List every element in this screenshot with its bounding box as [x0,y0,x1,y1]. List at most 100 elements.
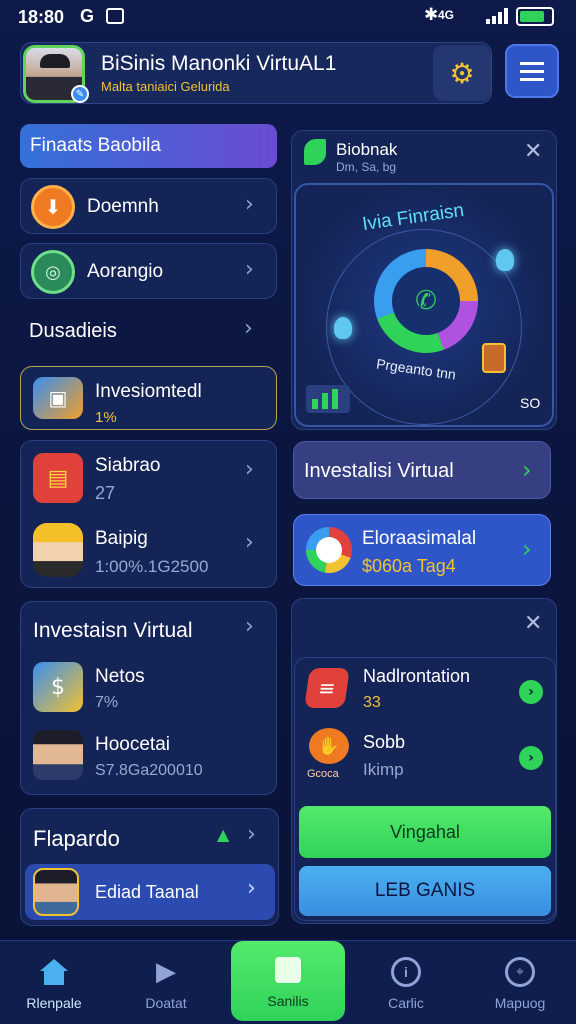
news-item[interactable]: ✋ Gcoca Sobb Ikimp › [295,724,557,788]
stat-label: Baipig [95,528,148,549]
green-action-button[interactable]: Vingahal [299,806,551,858]
news-item-value: 33 [363,694,381,711]
nav-item-mapuog[interactable]: ⌖ Mapuog [474,949,566,1023]
news-inner: ≡ Nadlrontation 33 › ✋ Gcoca Sobb Ikimp … [294,657,556,921]
status-time: 18:80 [18,7,65,27]
menu-item-aorangio[interactable]: ◎ Aorangio › [20,243,277,299]
download-icon: ⬇ [31,185,75,229]
coins-icon: $ [33,662,83,712]
close-icon[interactable]: ✕ [524,139,542,164]
blue-action-button[interactable]: LEB GANIS [299,866,551,916]
verified-badge-icon: ✎ [71,85,89,103]
news-item[interactable]: ≡ Nadlrontation 33 › [295,658,557,722]
header: ✎ BiSinis Manonki VirtuAL1 Malta taniaic… [20,42,492,104]
stat-value: 27 [95,483,116,503]
nav-label: Doatat [145,995,187,1011]
nav-label: Sanilis [267,993,309,1009]
leaderboard-header[interactable]: Flapardo ▲ › [21,809,278,863]
invest-value: 1% [95,409,117,426]
chart-card: Biobnak Dm, Sa, bg ✕ Ivia Finraisn ✆ Prg… [291,130,557,430]
bar-chart-icon [306,385,350,413]
bluetooth-icon: ✱ [424,5,439,25]
chart-card-title: Biobnak [336,140,398,159]
virtual-card-header[interactable]: Investaisn Virtual › [21,602,278,654]
bulb-icon [334,317,352,339]
signal-icon [486,8,510,24]
invest-card[interactable]: ▣ Invesiomtedl 1% [20,366,277,430]
cube-icon [275,957,301,983]
stat-row[interactable]: ▤ Siabrao 27 › [21,441,278,511]
nav-item-sanilis[interactable]: Sanilis [231,941,345,1021]
pie-chart-icon [306,527,352,573]
user-avatar-icon [33,868,79,916]
nav-label: Rlenpale [26,995,82,1011]
chevron-right-icon: › [244,316,253,341]
news-item-label: Sobb [363,732,406,752]
item-label: Hoocetai [95,734,170,755]
chevron-right-icon: › [522,535,532,563]
network-type-label: 4G [438,8,455,22]
menu-item-doemnh[interactable]: ⬇ Doemnh › [20,178,277,234]
chevron-right-icon: › [519,680,543,704]
chart-card-subtitle: Dm, Sa, bg [336,160,397,174]
list-item[interactable]: Hoocetai S7.8Ga200010 [21,726,278,788]
bulb-icon [496,249,514,271]
button-label: Investalisi Virtual [304,460,454,482]
stats-card: ▤ Siabrao 27 › Baipig 1:00%.1G2500 › [20,440,277,588]
menu-button[interactable] [505,44,559,98]
section-header-dusadieis[interactable]: Dusadieis › [20,308,277,354]
settings-button[interactable]: ⚙ [433,45,491,101]
menu-item-label: Aorangio [87,261,164,282]
leaderboard-item-label: Ediad Taanal [95,882,199,902]
home-icon [39,959,69,985]
corner-value: SO [520,395,541,411]
econ-card[interactable]: Eloraasimalal $060a Tag4 › [293,514,551,586]
chevron-right-icon: › [245,457,254,482]
invest-label: Invesiomtedl [95,381,202,402]
hamburger-icon [520,69,544,73]
chevron-right-icon: › [247,876,256,901]
page-subtitle: Malta taniaici Gelurida [101,79,230,94]
chevron-right-icon: › [519,746,543,770]
chevron-right-icon: › [245,257,254,282]
button-label: Vingahal [390,821,460,842]
news-item-icon-caption: Gcoca [307,768,339,780]
nav-label: Mapuog [494,995,546,1011]
stat-row[interactable]: Baipig 1:00%.1G2500 › [21,513,278,587]
person-avatar-icon [33,730,83,780]
section-header-finance[interactable]: Finaats Baobila [20,124,277,168]
trend-up-icon: ▲ [217,825,230,844]
worker-avatar-icon [33,523,83,577]
nav-item-carlic[interactable]: i Carlic [360,949,452,1023]
nav-item-doatat[interactable]: ▶ Doatat [120,949,212,1023]
news-item-value: Ikimp [363,760,404,779]
chevron-right-icon: › [247,822,256,847]
list-item[interactable]: $ Netos 7% [21,658,278,720]
econ-label: Eloraasimalal [362,528,477,549]
virtual-card: Investaisn Virtual › $ Netos 7% Hoocetai… [20,601,277,795]
stat-value: 1:00%.1G2500 [95,557,209,576]
map-icon: ⌖ [505,957,535,987]
leaderboard-item[interactable]: Ediad Taanal › [25,864,275,920]
hand-coin-icon: ✋ [309,728,349,764]
investasi-virtual-button[interactable]: Investalisi Virtual › [293,441,551,499]
document-icon: ≡ [304,668,350,708]
page-title: BiSinis Manonki VirtuAL1 [101,52,337,75]
nav-item-home[interactable]: Rlenpale [8,949,100,1023]
menu-item-label: Doemnh [87,196,159,217]
chevron-right-icon: › [522,456,532,484]
chevron-right-icon: › [245,614,254,639]
battery-icon [516,7,554,26]
stat-label: Siabrao [95,455,161,476]
nav-label: Carlic [388,995,424,1011]
close-icon[interactable]: ✕ [524,611,542,636]
calculator-icon [482,343,506,373]
news-card: ✕ ≡ Nadlrontation 33 › ✋ Gcoca Sobb Ikim… [291,598,557,924]
section-title: Dusadieis [29,320,117,342]
ring-panel[interactable]: Ivia Finraisn ✆ Prgeanto tnn SO [294,183,554,427]
notification-icon [106,8,124,24]
status-g-label: G [80,6,95,26]
gear-icon: ⚙ [449,56,475,90]
play-icon: ▶ [156,957,176,987]
wallet-icon: ▣ [33,377,83,419]
